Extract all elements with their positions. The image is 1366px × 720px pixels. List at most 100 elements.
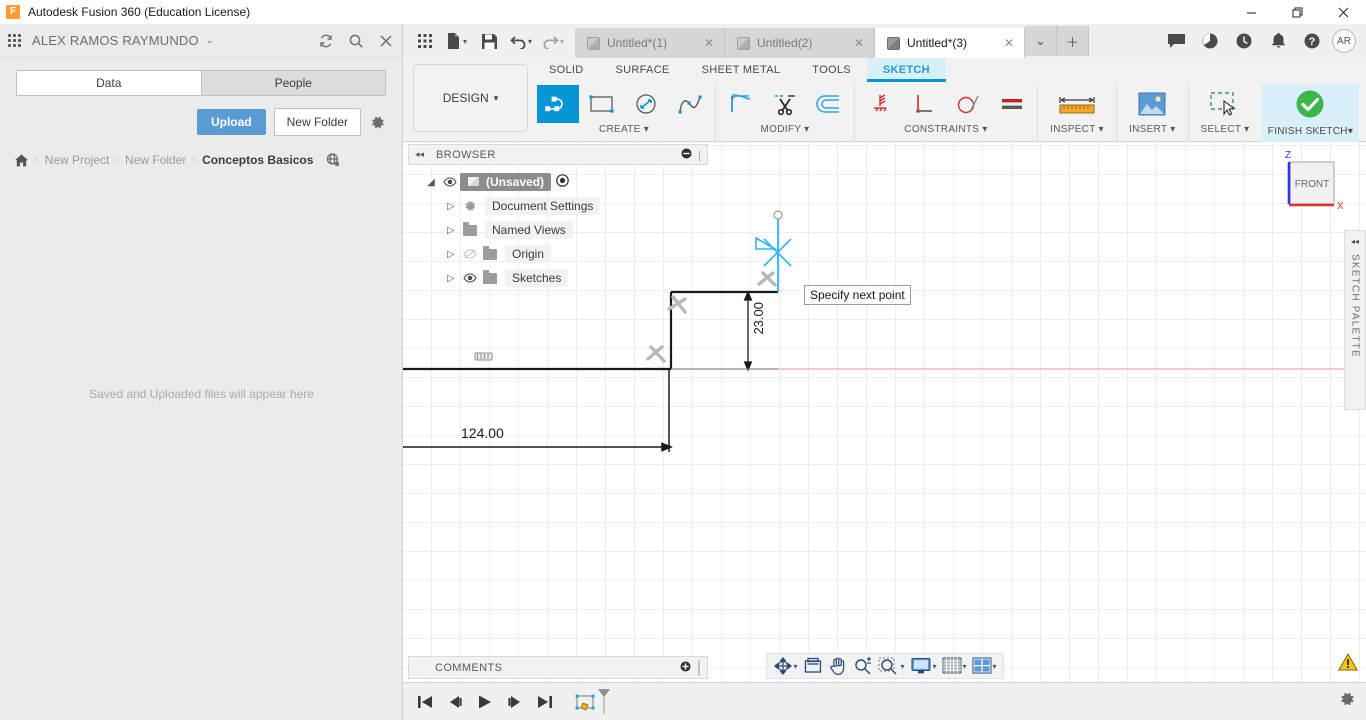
- activate-component-radio[interactable]: [556, 174, 569, 190]
- comments-panel[interactable]: COMMENTS |: [408, 656, 708, 679]
- visibility-eye-icon[interactable]: [460, 273, 480, 283]
- rectangle-tool[interactable]: [581, 85, 623, 123]
- redo-icon[interactable]: ▾: [539, 27, 567, 55]
- equal-constraint-tool[interactable]: [991, 85, 1033, 123]
- close-tab-icon[interactable]: ✕: [1004, 36, 1014, 50]
- fillet-tool[interactable]: [720, 85, 762, 123]
- expand-arrow-icon[interactable]: ▷: [442, 249, 460, 260]
- tree-node-label[interactable]: Document Settings: [485, 197, 601, 215]
- expand-arrow-icon[interactable]: ◢: [422, 177, 440, 188]
- fit-icon[interactable]: ▾: [875, 655, 906, 677]
- workspace-switcher[interactable]: DESIGN ▾: [413, 64, 528, 132]
- circle-tool[interactable]: [625, 85, 667, 123]
- tab-tools[interactable]: TOOLS: [796, 58, 867, 82]
- breadcrumb-item-new-project[interactable]: New Project: [45, 153, 110, 167]
- go-to-end-button[interactable]: [531, 688, 559, 716]
- chevron-down-icon[interactable]: ▾: [932, 662, 936, 671]
- visibility-eye-off-icon[interactable]: [460, 249, 480, 259]
- tree-node-named-views[interactable]: ▷ Named Views: [408, 218, 708, 242]
- horizontal-dimension-value[interactable]: 124.00: [461, 425, 504, 441]
- app-grid-icon[interactable]: [411, 27, 439, 55]
- breadcrumb-item-conceptos-basicos[interactable]: Conceptos Basicos: [202, 153, 313, 167]
- warning-triangle-icon[interactable]: [1337, 652, 1359, 676]
- tab-people[interactable]: People: [200, 71, 385, 95]
- fix-unfix-constraint-tool[interactable]: [859, 85, 901, 123]
- recent-icon[interactable]: [1230, 27, 1258, 55]
- new-file-icon[interactable]: ▾: [443, 27, 471, 55]
- chevron-down-icon[interactable]: ▾: [560, 37, 564, 46]
- display-settings-icon[interactable]: ▾: [907, 655, 938, 677]
- step-forward-button[interactable]: [501, 688, 529, 716]
- comments-resize-handle[interactable]: |: [697, 659, 701, 677]
- line-tool[interactable]: [537, 85, 579, 123]
- chevron-down-icon[interactable]: ▾: [804, 124, 809, 135]
- job-status-icon[interactable]: [1196, 27, 1224, 55]
- browser-resize-handle[interactable]: |: [698, 148, 701, 162]
- refresh-icon[interactable]: [318, 33, 334, 49]
- spline-tool[interactable]: [669, 85, 711, 123]
- tree-node-sketches[interactable]: ▷ Sketches: [408, 266, 708, 290]
- team-grid-icon[interactable]: [8, 33, 24, 48]
- perpendicular-constraint-tool[interactable]: [903, 85, 945, 123]
- notification-bell-icon[interactable]: [1264, 27, 1292, 55]
- expand-arrow-icon[interactable]: ▷: [442, 273, 460, 284]
- chevron-down-icon[interactable]: ▾: [900, 662, 904, 671]
- settings-gear-icon[interactable]: [1338, 690, 1366, 713]
- new-folder-button[interactable]: New Folder: [273, 108, 361, 136]
- chevron-down-icon[interactable]: ▾: [644, 124, 649, 135]
- tree-node-label[interactable]: (Unsaved): [460, 173, 552, 191]
- collapse-browser-icon[interactable]: ◂◂: [415, 149, 424, 160]
- save-icon[interactable]: [475, 27, 503, 55]
- viewports-icon[interactable]: ▾: [970, 655, 999, 677]
- minimize-browser-icon[interactable]: [681, 148, 692, 162]
- sketch-feature-icon[interactable]: [573, 688, 613, 716]
- orbit-icon[interactable]: ▾: [770, 655, 799, 677]
- comment-icon[interactable]: [1162, 27, 1190, 55]
- tree-node-unsaved[interactable]: ◢ (Unsaved): [408, 170, 708, 194]
- document-tab-1[interactable]: Untitled*(1) ✕: [575, 28, 725, 58]
- trim-tool[interactable]: [764, 85, 806, 123]
- grid-snaps-icon[interactable]: ▾: [940, 655, 969, 677]
- pan-icon[interactable]: [825, 655, 849, 677]
- breadcrumb-item-new-folder[interactable]: New Folder: [125, 153, 186, 167]
- insert-image-tool[interactable]: [1131, 85, 1173, 123]
- chevron-down-icon[interactable]: ▾: [1244, 124, 1249, 135]
- tab-sheet-metal[interactable]: SHEET METAL: [686, 58, 797, 82]
- gear-icon[interactable]: [369, 114, 386, 131]
- tab-solid[interactable]: SOLID: [533, 58, 600, 82]
- measure-tool[interactable]: [1050, 85, 1104, 123]
- chevron-down-icon[interactable]: ▾: [1170, 124, 1175, 135]
- tree-node-label[interactable]: Sketches: [505, 269, 569, 287]
- home-icon[interactable]: [14, 153, 29, 168]
- upload-button[interactable]: Upload: [196, 109, 266, 135]
- minimize-button[interactable]: [1228, 0, 1274, 24]
- tab-sketch[interactable]: SKETCH: [866, 58, 946, 82]
- look-at-icon[interactable]: [800, 655, 824, 677]
- visibility-eye-icon[interactable]: [440, 177, 460, 187]
- chevron-down-icon[interactable]: ▾: [528, 37, 532, 46]
- chevron-down-icon[interactable]: ▾: [1099, 124, 1104, 135]
- search-icon[interactable]: [348, 33, 364, 49]
- tree-node-label[interactable]: Named Views: [485, 221, 573, 239]
- close-panel-icon[interactable]: [378, 33, 394, 49]
- tree-node-origin[interactable]: ▷ Origin: [408, 242, 708, 266]
- chevron-down-icon[interactable]: ▾: [463, 37, 467, 46]
- expand-arrow-icon[interactable]: ▷: [442, 201, 460, 212]
- chevron-down-icon[interactable]: ▾: [963, 662, 967, 671]
- close-window-button[interactable]: [1320, 0, 1366, 24]
- globe-icon[interactable]: [325, 152, 341, 168]
- play-button[interactable]: [471, 688, 499, 716]
- offset-tool[interactable]: [808, 85, 850, 123]
- document-tab-3[interactable]: Untitled*(3) ✕: [875, 28, 1025, 58]
- undo-icon[interactable]: ▾: [507, 27, 535, 55]
- zoom-icon[interactable]: [850, 655, 874, 677]
- chevron-down-icon[interactable]: ▾: [993, 662, 997, 671]
- vertical-dimension-value[interactable]: 23.00: [751, 302, 766, 335]
- finish-sketch-button[interactable]: FINISH SKETCH▾: [1261, 84, 1360, 142]
- tab-data[interactable]: Data: [17, 71, 201, 95]
- chevron-down-icon[interactable]: ▾: [793, 662, 797, 671]
- view-cube[interactable]: FRONT Z X: [1272, 148, 1348, 220]
- step-back-button[interactable]: [441, 688, 469, 716]
- new-tab-button[interactable]: ＋: [1057, 26, 1089, 56]
- go-to-beginning-button[interactable]: [411, 688, 439, 716]
